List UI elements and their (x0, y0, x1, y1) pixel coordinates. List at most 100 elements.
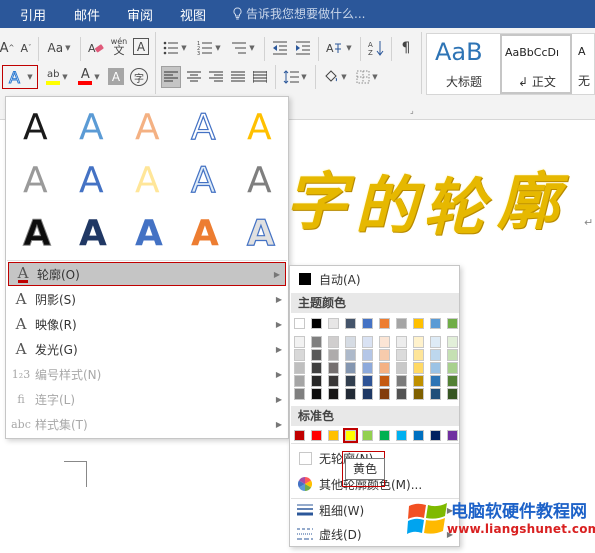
theme-shade-swatch[interactable] (447, 388, 458, 400)
standard-color-swatch[interactable] (447, 430, 458, 441)
theme-shade-swatch[interactable] (362, 388, 373, 400)
menu-item-reflection[interactable]: A 映像(R) ▶ (7, 312, 287, 336)
chinese-layout-button[interactable]: A ▼ (324, 38, 354, 58)
character-border-button[interactable]: A (133, 38, 149, 55)
justify-button[interactable] (228, 67, 248, 87)
text-effect-preset[interactable]: A (176, 152, 232, 204)
theme-shade-swatch[interactable] (379, 362, 390, 374)
text-effect-preset[interactable]: A (120, 152, 176, 204)
theme-shade-swatch[interactable] (379, 375, 390, 387)
standard-color-swatch-selected[interactable] (343, 428, 358, 443)
standard-color-swatch[interactable] (294, 430, 305, 441)
theme-shade-swatch[interactable] (294, 336, 305, 348)
highlight-button[interactable]: ab ▼ (42, 67, 72, 87)
sort-button[interactable]: AZ (366, 38, 386, 58)
standard-color-swatch[interactable] (413, 430, 424, 441)
theme-color-swatch[interactable] (379, 318, 390, 329)
character-shading-button[interactable]: A (108, 68, 124, 85)
theme-shade-swatch[interactable] (396, 336, 407, 348)
theme-shade-swatch[interactable] (430, 336, 441, 348)
borders-button[interactable]: ▼ (353, 67, 381, 87)
standard-color-swatch[interactable] (430, 430, 441, 441)
theme-shade-swatch[interactable] (396, 388, 407, 400)
increase-indent-button[interactable] (293, 38, 313, 58)
theme-shade-swatch[interactable] (413, 349, 424, 361)
theme-shade-swatch[interactable] (311, 375, 322, 387)
theme-shade-swatch[interactable] (345, 388, 356, 400)
text-effect-preset[interactable]: A (232, 205, 288, 257)
theme-shade-swatch[interactable] (294, 362, 305, 374)
bullets-button[interactable]: ▼ (160, 38, 190, 58)
text-effects-button[interactable]: A ▼ (2, 65, 38, 89)
text-effect-preset[interactable]: A (232, 99, 288, 151)
theme-shade-swatch[interactable] (328, 375, 339, 387)
align-left-button[interactable] (161, 66, 181, 88)
theme-shade-swatch[interactable] (447, 349, 458, 361)
distributed-button[interactable] (250, 67, 270, 87)
theme-shade-swatch[interactable] (311, 388, 322, 400)
theme-shade-swatch[interactable] (430, 375, 441, 387)
theme-shade-swatch[interactable] (396, 375, 407, 387)
theme-shade-swatch[interactable] (345, 349, 356, 361)
theme-color-swatch[interactable] (345, 318, 356, 329)
style-normal[interactable]: AaBbCcDı ↲ 正文 (500, 34, 572, 94)
theme-shade-swatch[interactable] (447, 375, 458, 387)
grow-font-button[interactable]: A ^ (0, 38, 14, 58)
theme-shade-swatch[interactable] (294, 388, 305, 400)
theme-color-swatch[interactable] (294, 318, 305, 329)
theme-shade-swatch[interactable] (328, 362, 339, 374)
tab-references[interactable]: 引用 (20, 5, 46, 24)
text-effect-preset[interactable]: A (120, 99, 176, 151)
theme-shade-swatch[interactable] (294, 349, 305, 361)
theme-color-swatch[interactable] (447, 318, 458, 329)
theme-shade-swatch[interactable] (328, 388, 339, 400)
phonetic-guide-button[interactable]: wén 文 (108, 36, 130, 56)
theme-shade-swatch[interactable] (345, 375, 356, 387)
theme-shade-swatch[interactable] (413, 362, 424, 374)
numbering-button[interactable]: 1 2 3 ▼ (194, 38, 224, 58)
theme-color-swatch[interactable] (396, 318, 407, 329)
theme-shade-swatch[interactable] (379, 336, 390, 348)
theme-shade-swatch[interactable] (362, 362, 373, 374)
menu-item-glow[interactable]: A 发光(G) ▶ (7, 337, 287, 361)
theme-shade-swatch[interactable] (396, 349, 407, 361)
theme-shade-swatch[interactable] (328, 336, 339, 348)
theme-shade-swatch[interactable] (430, 388, 441, 400)
theme-shade-swatch[interactable] (430, 362, 441, 374)
change-case-button[interactable]: Aa ▼ (44, 38, 74, 58)
line-spacing-button[interactable]: ▼ (281, 67, 309, 87)
tell-me-box[interactable]: 告诉我您想要做什么... (232, 5, 365, 22)
text-effect-preset[interactable]: A (232, 152, 288, 204)
text-effect-preset[interactable]: A (8, 152, 64, 204)
theme-shade-swatch[interactable] (362, 349, 373, 361)
theme-color-swatch[interactable] (311, 318, 322, 329)
align-right-button[interactable] (206, 67, 226, 87)
theme-shade-swatch[interactable] (413, 388, 424, 400)
theme-shade-swatch[interactable] (379, 349, 390, 361)
clear-formatting-button[interactable]: A (86, 38, 106, 58)
paragraph-dialog-launcher-icon[interactable]: ⌟ (410, 106, 414, 115)
show-marks-button[interactable]: ¶ (396, 38, 416, 58)
theme-shade-swatch[interactable] (396, 362, 407, 374)
theme-shade-swatch[interactable] (311, 362, 322, 374)
font-color-button[interactable]: A ▼ (74, 67, 104, 87)
enclose-characters-button[interactable]: 字 (130, 68, 148, 86)
standard-color-swatch[interactable] (379, 430, 390, 441)
theme-shade-swatch[interactable] (447, 336, 458, 348)
text-effect-preset[interactable]: A (120, 205, 176, 257)
text-effect-preset[interactable]: A (8, 205, 64, 257)
standard-color-swatch[interactable] (362, 430, 373, 441)
shrink-font-button[interactable]: Aˇ (17, 38, 35, 58)
style-heading[interactable]: AaB 大标题 (429, 34, 499, 94)
text-effect-preset[interactable]: A (64, 99, 120, 151)
theme-shade-swatch[interactable] (294, 375, 305, 387)
theme-shade-swatch[interactable] (311, 336, 322, 348)
multilevel-list-button[interactable]: ▼ (228, 38, 258, 58)
theme-shade-swatch[interactable] (362, 375, 373, 387)
tab-review[interactable]: 审阅 (127, 5, 153, 24)
standard-color-swatch[interactable] (328, 430, 339, 441)
theme-shade-swatch[interactable] (311, 349, 322, 361)
theme-shade-swatch[interactable] (447, 362, 458, 374)
theme-shade-swatch[interactable] (362, 336, 373, 348)
menu-item-outline[interactable]: A 轮廓(O) ▶ (8, 262, 286, 286)
